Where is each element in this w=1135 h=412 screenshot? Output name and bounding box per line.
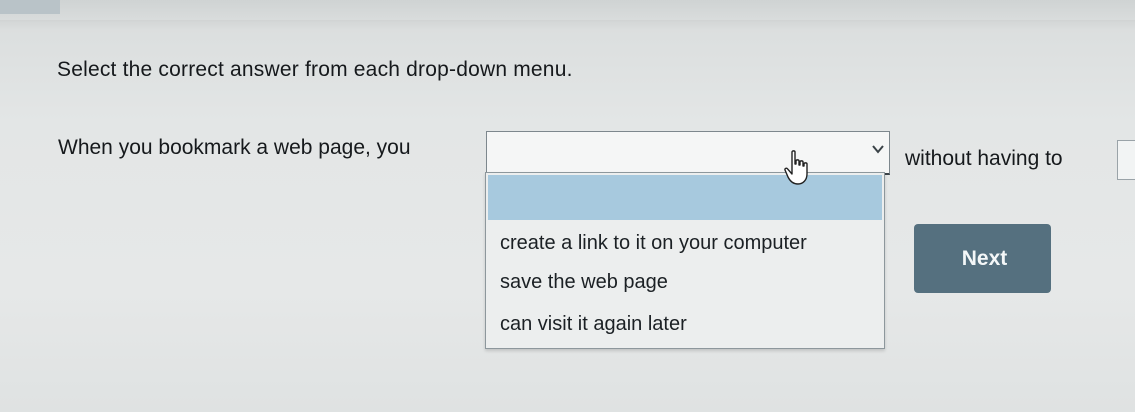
dropdown-option-blank[interactable]: [488, 175, 882, 220]
question-prompt-after: without having to: [905, 147, 1063, 170]
answer-select-1[interactable]: [486, 131, 890, 175]
chevron-down-icon: [872, 145, 884, 154]
question-instruction: Select the correct answer from each drop…: [57, 58, 573, 81]
dropdown-option-save-page[interactable]: save the web page: [500, 271, 668, 294]
next-button[interactable]: Next: [914, 224, 1051, 293]
dropdown-option-visit-later[interactable]: can visit it again later: [500, 313, 687, 336]
top-bar: [0, 0, 1135, 22]
top-divider: [0, 20, 1135, 30]
answer-select-1-menu: create a link to it on your computer sav…: [485, 172, 885, 349]
dropdown-option-create-link[interactable]: create a link to it on your computer: [500, 232, 807, 255]
hand-pointer-icon: [784, 150, 808, 185]
question-prompt-before: When you bookmark a web page, you: [58, 136, 411, 159]
top-tab: [0, 0, 60, 14]
answer-select-2[interactable]: [1117, 140, 1135, 180]
